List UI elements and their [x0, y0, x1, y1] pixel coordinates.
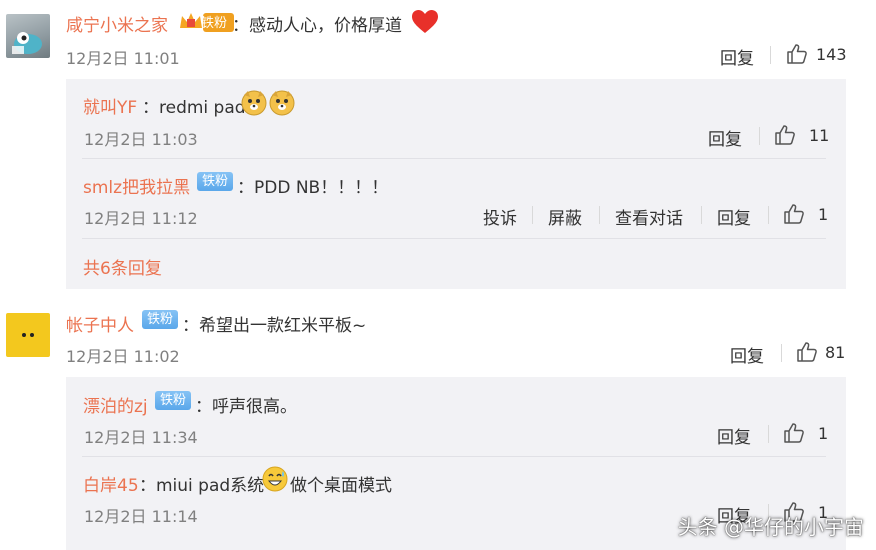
reply-text: ：PDD NB！！！！: [237, 178, 389, 198]
thumbs-up-icon[interactable]: [783, 203, 805, 225]
divider: [82, 158, 826, 159]
divider: [768, 425, 769, 443]
thumbs-up-icon[interactable]: [774, 124, 796, 146]
report-button[interactable]: 投诉: [483, 204, 517, 229]
comment-username[interactable]: 咸宁小米之家: [66, 11, 168, 36]
thumbs-up-icon[interactable]: [786, 43, 808, 65]
fan-badge: 铁粉: [201, 16, 228, 31]
divider: [768, 206, 769, 224]
watermark: 头条 @华仔的小宇宙: [677, 515, 864, 539]
view-conversation-button[interactable]: 查看对话: [615, 204, 683, 229]
thumbs-up-icon[interactable]: [796, 341, 818, 363]
heart-icon: [411, 9, 439, 35]
fan-badge: 铁粉: [155, 391, 192, 410]
reply-time: 12月2日 11:14: [84, 507, 198, 526]
comment-time: 12月2日 11:01: [66, 49, 180, 68]
comment-text: ：希望出一款红米平板~: [182, 316, 367, 336]
like-count: 1: [818, 205, 829, 224]
divider: [701, 206, 702, 224]
reply-button[interactable]: 回复: [717, 423, 751, 448]
grinning-sweat-icon: [261, 465, 289, 493]
reply-username[interactable]: smlz把我拉黑: [83, 173, 190, 198]
reply-username[interactable]: 白岸45: [83, 471, 139, 496]
comment-username[interactable]: 帐子中人: [66, 311, 134, 336]
avatar[interactable]: [6, 313, 50, 357]
more-replies-link[interactable]: 共6条回复: [83, 254, 162, 279]
fan-badge: 铁粉: [142, 310, 179, 329]
divider: [82, 456, 826, 457]
comment-text: ：感动人心，价格厚道: [232, 16, 402, 36]
divider: [781, 344, 782, 362]
block-button[interactable]: 屏蔽: [548, 204, 582, 229]
reply-time: 12月2日 11:12: [84, 209, 198, 228]
thumbs-up-icon[interactable]: [783, 422, 805, 444]
like-count: 1: [818, 424, 829, 443]
reply-text: ：miui pad系统: [139, 476, 265, 496]
divider: [82, 238, 826, 239]
fan-badge: 铁粉: [197, 172, 234, 191]
avatar[interactable]: [6, 14, 50, 58]
reply-text: ：redmi pad: [142, 98, 246, 118]
reply-button[interactable]: 回复: [720, 44, 754, 69]
reply-username[interactable]: 漂泊的zj: [83, 392, 148, 417]
reply-button[interactable]: 回复: [717, 204, 751, 229]
reply-button[interactable]: 回复: [708, 125, 742, 150]
reply-button[interactable]: 回复: [730, 342, 764, 367]
dog-face-icon: [240, 89, 296, 117]
divider: [759, 127, 760, 145]
divider: [770, 46, 771, 64]
reply-time: 12月2日 11:34: [84, 428, 198, 447]
like-count: 143: [816, 45, 847, 64]
divider: [532, 206, 533, 224]
reply-text: ：呼声很高。: [195, 397, 297, 417]
comment-time: 12月2日 11:02: [66, 347, 180, 366]
like-count: 11: [809, 126, 830, 145]
reply-time: 12月2日 11:03: [84, 130, 198, 149]
reply-text-continued: 做个桌面模式: [290, 476, 392, 496]
reply-username[interactable]: 就叫YF: [83, 93, 137, 118]
divider: [599, 206, 600, 224]
like-count: 81: [825, 343, 846, 362]
